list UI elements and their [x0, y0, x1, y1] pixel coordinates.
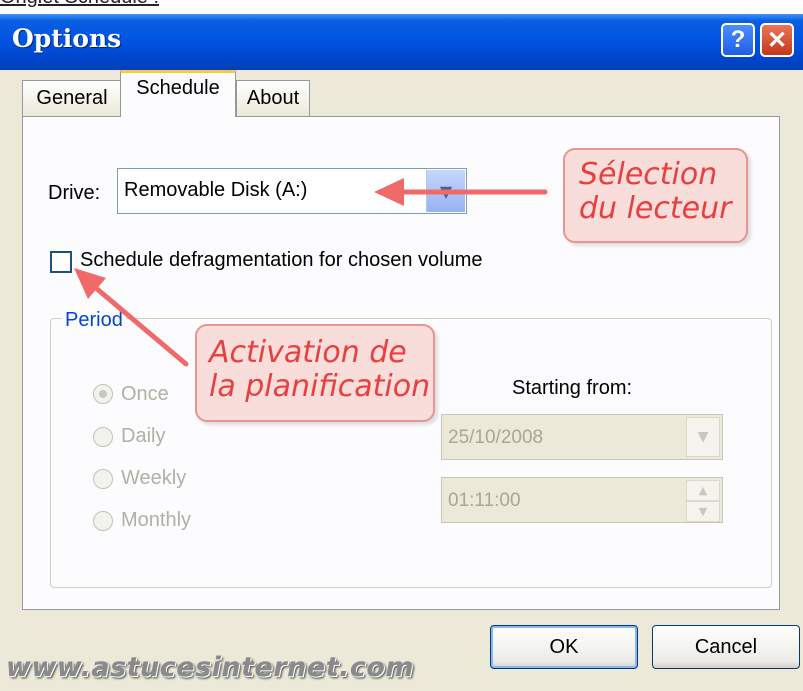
drive-label: Drive:: [48, 182, 101, 204]
close-button[interactable]: ✕: [760, 23, 794, 57]
radio-once-label[interactable]: Once: [121, 383, 169, 406]
radio-daily-label[interactable]: Daily: [121, 425, 165, 448]
drive-select[interactable]: Removable Disk (A:) ▼: [117, 168, 467, 214]
schedule-checkbox-label[interactable]: Schedule defragmentation for chosen volu…: [80, 249, 482, 272]
radio-monthly-label[interactable]: Monthly: [121, 509, 191, 532]
schedule-callout-line1: Activation de: [209, 335, 407, 370]
starting-from-label: Starting from:: [512, 377, 633, 399]
tab-schedule[interactable]: Schedule: [120, 70, 236, 117]
cancel-button[interactable]: Cancel: [652, 625, 800, 669]
radio-weekly-label[interactable]: Weekly: [121, 467, 186, 490]
start-time-value: 01:11:00: [448, 490, 521, 511]
spin-up-icon[interactable]: ▲: [686, 480, 720, 501]
drive-callout-line1: Sélection: [579, 157, 718, 192]
period-label: Period: [62, 309, 126, 332]
watermark-url: www.astucesinternet.com: [6, 652, 415, 683]
page-caption: Onglet Schedule :: [0, 0, 159, 8]
help-button[interactable]: ?: [721, 23, 755, 57]
start-time-spinner[interactable]: 01:11:00 ▲ ▼: [441, 477, 723, 523]
chevron-down-icon[interactable]: ▼: [686, 417, 720, 457]
radio-daily[interactable]: [93, 427, 113, 447]
radio-once[interactable]: [93, 384, 113, 404]
ok-button[interactable]: OK: [490, 625, 638, 669]
spin-down-icon[interactable]: ▼: [686, 501, 720, 522]
start-date-value: 25/10/2008: [448, 427, 544, 448]
dropdown-arrow-icon[interactable]: ▼: [426, 170, 465, 212]
tab-about[interactable]: About: [236, 80, 310, 116]
start-date-select[interactable]: 25/10/2008 ▼: [441, 414, 723, 460]
window-title: Options: [12, 24, 122, 53]
schedule-activation-callout: Activation de la planification: [195, 324, 435, 422]
title-bar[interactable]: Options ? ✕: [0, 14, 803, 70]
schedule-checkbox[interactable]: [50, 251, 72, 273]
tab-general[interactable]: General: [22, 80, 122, 116]
time-spinner[interactable]: ▲ ▼: [686, 480, 720, 522]
schedule-callout-line2: la planification: [209, 369, 431, 404]
radio-weekly[interactable]: [93, 469, 113, 489]
radio-monthly[interactable]: [93, 511, 113, 531]
drive-selection-callout: Sélection du lecteur: [563, 148, 748, 243]
drive-callout-line2: du lecteur: [579, 191, 732, 226]
drive-value: Removable Disk (A:): [124, 179, 308, 201]
